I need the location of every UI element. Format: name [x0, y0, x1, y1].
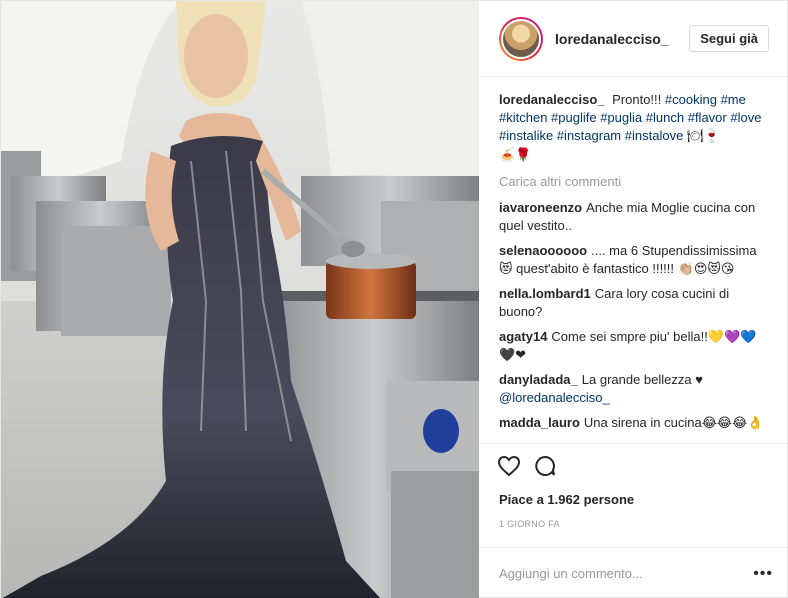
action-bar [479, 443, 787, 487]
comment-text: Una sirena in cucina😂😂😂👌 [583, 415, 764, 430]
hashtag-link[interactable]: #instalike [499, 128, 553, 143]
hashtag-link[interactable]: #instalove [625, 128, 684, 143]
comments-section: loredanalecciso_ Pronto!!! #cooking #me … [479, 77, 787, 443]
comment-item: nella.lombard1 Cara lory cosa cucini di b… [499, 285, 769, 321]
comment-username[interactable]: madda_lauro [499, 415, 580, 430]
post-timestamp[interactable]: 1 GIORNO FA [479, 509, 787, 529]
comment-username[interactable]: agaty14 [499, 329, 547, 344]
hashtag-link[interactable]: #instagram [557, 128, 621, 143]
comment-item: agaty14 Come sei smpre piu' bella!!💛💜💙🖤❤ [499, 328, 769, 364]
hashtag-link[interactable]: #puglia [600, 110, 642, 125]
hashtag-link[interactable]: #lunch [646, 110, 684, 125]
following-button[interactable]: Segui già [689, 25, 769, 52]
comment-username[interactable]: danyladada_ [499, 372, 578, 387]
add-comment-bar: ••• [479, 547, 787, 598]
comment-item: danyladada_ La grande bellezza ♥ @loredana… [499, 371, 769, 407]
caption-text: Pronto!!! [612, 92, 662, 107]
comment-username[interactable]: selenaoooooo [499, 243, 587, 258]
photo-kitchen-woman [1, 1, 479, 598]
hashtag-link[interactable]: #puglife [551, 110, 597, 125]
avatar[interactable] [499, 16, 543, 61]
post-header: loredanalecciso_ Segui già [479, 1, 787, 77]
hashtag-link[interactable]: #flavor [688, 110, 727, 125]
likes-block: Piace a 1.962 persone 1 GIORNO FA [479, 487, 787, 529]
comment-mention[interactable]: @loredanalecciso_ [499, 390, 610, 405]
post-photo[interactable] [1, 1, 479, 598]
comment-icon[interactable] [533, 454, 557, 478]
hashtag-link[interactable]: #love [730, 110, 761, 125]
header-username[interactable]: loredanalecciso_ [555, 31, 689, 47]
comment-item: iavaroneenzo Anche mia Moglie cucina con … [499, 199, 769, 235]
caption-username[interactable]: loredanalecciso_ [499, 92, 605, 107]
comment-list: iavaroneenzo Anche mia Moglie cucina con … [499, 199, 769, 432]
comment-item: madda_lauro Una sirena in cucina😂😂😂👌 [499, 414, 769, 432]
comment-username[interactable]: nella.lombard1 [499, 286, 591, 301]
instagram-post: loredanalecciso_ Segui già loredanalecci… [0, 0, 788, 598]
hashtag-link[interactable]: #cooking [665, 92, 717, 107]
comment-item: selenaoooooo.... ma 6 Stupendissimissima… [499, 242, 769, 278]
caption-emoji-line: 🍝🌹 [499, 148, 532, 163]
load-more-comments[interactable]: Carica altri commenti [499, 174, 769, 189]
caption: loredanalecciso_ Pronto!!! #cooking #me … [499, 91, 769, 165]
more-options-icon[interactable]: ••• [753, 565, 773, 583]
post-sidebar: loredanalecciso_ Segui già loredanalecci… [479, 1, 787, 598]
comment-text: La grande bellezza ♥ [581, 372, 703, 387]
caption-emoji: 🍽🍷 [686, 129, 720, 144]
hashtag-link[interactable]: #me [721, 92, 746, 107]
heart-icon[interactable] [497, 454, 521, 478]
add-comment-input[interactable] [499, 566, 754, 581]
comment-username[interactable]: iavaroneenzo [499, 200, 582, 215]
likes-count[interactable]: Piace a 1.962 persone [479, 491, 787, 509]
hashtag-link[interactable]: #kitchen [499, 110, 547, 125]
